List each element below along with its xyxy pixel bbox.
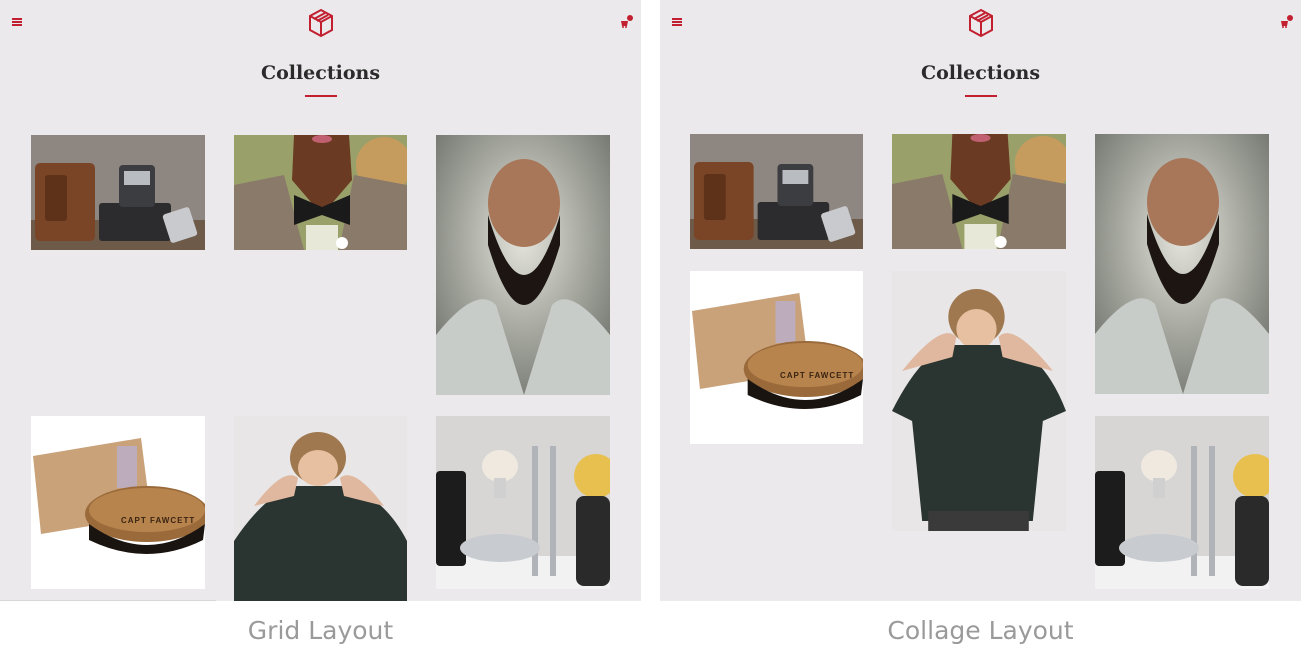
capt-fawcett-beard-brush-photo[interactable]: CAPT FAWCETT — [31, 416, 205, 589]
cube-logo-icon[interactable] — [967, 8, 995, 38]
title-underline — [305, 95, 337, 97]
cart-icon[interactable] — [620, 14, 634, 28]
collage-layout-caption: Collage Layout — [887, 616, 1074, 645]
capt-fawcett-beard-brush-photo[interactable]: CAPT FAWCETT — [690, 271, 863, 444]
page-title: Collections — [920, 62, 1041, 84]
scroll-edge — [0, 600, 216, 601]
brush-label: CAPT FAWCETT — [780, 371, 855, 380]
shaving-brush-razor-set-photo[interactable] — [436, 416, 610, 589]
bald-bearded-man-portrait-photo[interactable] — [1095, 134, 1269, 394]
collage-layout-panel: Collections CAPT FAWCETT — [660, 0, 1301, 601]
panel-divider — [641, 0, 660, 601]
man-pulling-tshirt-photo[interactable] — [892, 271, 1066, 531]
bearded-man-bowtie-photo[interactable] — [234, 135, 407, 250]
page-title: Collections — [260, 62, 381, 84]
shaver-with-leather-case-photo[interactable] — [31, 135, 205, 250]
shaver-with-leather-case-photo[interactable] — [690, 134, 863, 249]
grid-layout-panel: Collections CAPT FAWCETT — [0, 0, 641, 601]
brush-label: CAPT FAWCETT — [121, 516, 196, 525]
grid-layout-caption: Grid Layout — [247, 616, 394, 645]
bearded-man-bowtie-photo[interactable] — [892, 134, 1066, 249]
cart-icon[interactable] — [1280, 14, 1294, 28]
man-pulling-tshirt-photo[interactable] — [234, 416, 407, 601]
cube-logo-icon[interactable] — [307, 8, 335, 38]
shaving-brush-razor-set-photo[interactable] — [1095, 416, 1269, 589]
title-underline — [965, 95, 997, 97]
bald-bearded-man-portrait-photo[interactable] — [436, 135, 610, 395]
hamburger-menu-icon[interactable] — [12, 18, 22, 26]
hamburger-menu-icon[interactable] — [672, 18, 682, 26]
